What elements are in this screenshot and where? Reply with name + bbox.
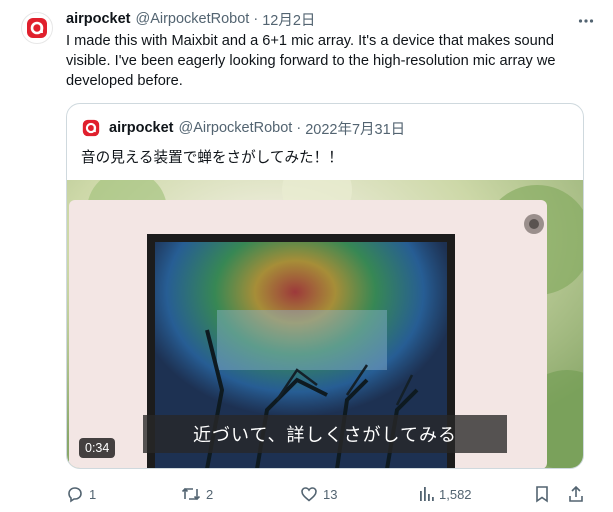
reply-button[interactable]: 1 (66, 483, 96, 505)
bookmark-icon (536, 486, 548, 503)
like-count: 13 (323, 486, 338, 502)
action-bar: 1 2 13 1,582 (66, 483, 586, 505)
reply-count: 1 (89, 486, 97, 502)
bookmark-button[interactable] (534, 483, 555, 505)
quoted-tweet[interactable]: airpocket @AirpocketRobot · 2022年7月31日 音… (66, 103, 584, 469)
share-icon (569, 485, 583, 502)
author-handle[interactable]: @AirpocketRobot (135, 11, 249, 27)
share-button[interactable] (567, 483, 590, 505)
quoted-author-handle: @AirpocketRobot (178, 120, 293, 136)
separator: · (253, 11, 259, 27)
quoted-header: airpocket @AirpocketRobot · 2022年7月31日 (81, 118, 405, 138)
avatar[interactable] (21, 12, 53, 44)
tweet-text: I made this with Maixbit and a 6+1 mic a… (66, 33, 556, 89)
heart-icon (301, 487, 317, 502)
more-icon (578, 19, 594, 23)
quoted-text: 音の見える装置で蝉をさがしてみた！！ (81, 150, 343, 166)
airpocket-logo-icon (27, 18, 47, 38)
retweet-button[interactable]: 2 (181, 483, 213, 505)
view-count: 1,582 (439, 486, 472, 502)
more-options-button[interactable] (577, 12, 595, 30)
quoted-date: 2022年7月31日 (305, 121, 406, 138)
quoted-author-name: airpocket (109, 120, 174, 136)
like-button[interactable]: 13 (300, 483, 337, 505)
author-name[interactable]: airpocket (66, 11, 130, 27)
video-subtitle: 近づいて、詳しくさがしてみる (143, 415, 507, 453)
quoted-avatar (81, 118, 101, 138)
reply-icon (68, 487, 82, 503)
tweet-date[interactable]: 12月2日 (262, 9, 315, 30)
video-player[interactable]: 近づいて、詳しくさがしてみる 0:34 (67, 180, 583, 468)
video-duration-badge: 0:34 (79, 438, 116, 458)
tweet-header: airpocket @AirpocketRobot · 12月2日 (66, 9, 593, 29)
views-chart-icon (420, 487, 434, 501)
quoted-separator: · (296, 120, 302, 136)
retweet-count: 2 (206, 486, 214, 502)
airpocket-logo-icon (82, 119, 100, 137)
views-button[interactable]: 1,582 (418, 483, 472, 505)
retweet-icon (181, 487, 201, 501)
